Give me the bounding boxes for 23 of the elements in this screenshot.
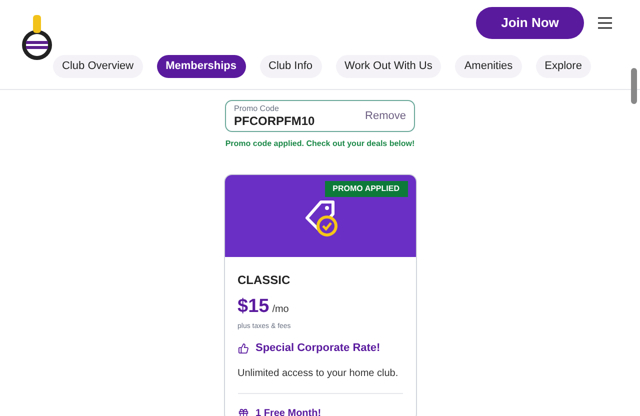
field-value: PFCORPFM10 xyxy=(234,115,315,127)
nav-tab[interactable]: Explore xyxy=(536,55,591,78)
plan-name: CLASSIC xyxy=(238,272,292,289)
nav-tab[interactable]: Club Overview xyxy=(53,55,143,78)
plan-description: Unlimited access to your home club. xyxy=(238,366,400,380)
nav-tab[interactable]: Amenities xyxy=(455,55,522,78)
menu-icon[interactable] xyxy=(598,17,612,29)
free-month-perk: 1 Free Month! xyxy=(256,406,322,416)
nav-tab[interactable]: Memberships xyxy=(156,55,246,78)
promo-applied-badge: PROMO APPLIED xyxy=(324,181,408,197)
thumbs-up-icon xyxy=(238,342,248,354)
nav-tab[interactable]: Club Info xyxy=(260,55,322,78)
corporate-rate: Special Corporate Rate! xyxy=(256,341,380,356)
scrollbar[interactable] xyxy=(630,68,638,104)
promo-success-message: Promo code applied. Check out your deals below! xyxy=(225,138,415,150)
remove-link[interactable]: Remove xyxy=(365,108,406,124)
join-now-button[interactable]: Join Now xyxy=(476,7,584,39)
plan-price: $15 xyxy=(238,295,270,319)
field-label: Promo Code xyxy=(234,105,280,113)
nav-tab[interactable]: Work Out With Us xyxy=(336,55,442,78)
promo-code-field[interactable]: Promo Code PFCORPFM10 Remove xyxy=(225,100,415,132)
gift-icon xyxy=(238,408,248,416)
price-period: /mo xyxy=(272,303,289,317)
